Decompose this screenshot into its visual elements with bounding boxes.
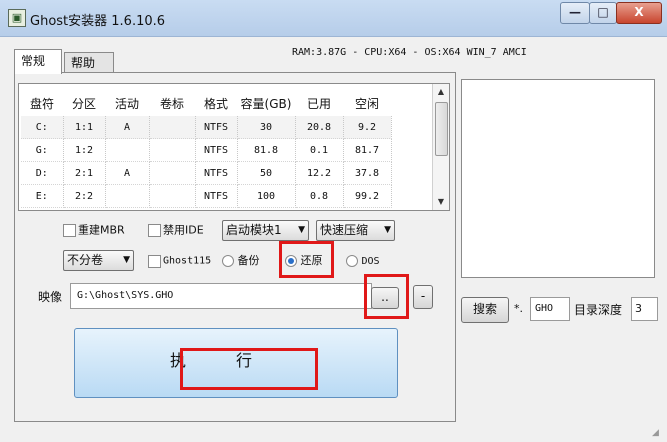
table-cell: 100 (237, 184, 296, 208)
title-bar[interactable]: ▣ Ghost安装器 1.6.10.6 — □ X (0, 0, 667, 37)
image-path-input[interactable]: G:\Ghost\SYS.GHO (70, 283, 372, 309)
table-cell (149, 138, 196, 162)
tab-general[interactable]: 常规 (14, 49, 62, 74)
checkbox-box[interactable] (63, 224, 76, 237)
image-label: 映像 (38, 290, 63, 304)
compression-select[interactable]: 快速压缩 ▼ (316, 220, 395, 241)
checkbox-box[interactable] (148, 224, 161, 237)
disable-ide-label: 禁用IDE (163, 223, 204, 237)
table-cell: D: (21, 161, 64, 185)
search-results-list[interactable] (461, 79, 655, 278)
table-cell: 37.8 (343, 161, 392, 185)
backup-label: 备份 (237, 254, 260, 267)
chevron-down-icon: ▼ (298, 225, 305, 235)
close-button[interactable]: X (616, 2, 662, 24)
column-header[interactable]: 盘符 (21, 90, 63, 116)
system-info: RAM:3.87G - CPU:X64 - OS:X64 WIN_7 AMCI (292, 47, 527, 58)
browse-highlight-box (364, 274, 409, 319)
table-cell: 50 (237, 161, 296, 185)
radio-button[interactable] (346, 255, 358, 267)
table-header-row: 盘符 分区 活动 卷标 格式 容量(GB) 已用 空闲 (21, 90, 391, 116)
column-header[interactable]: 活动 (105, 90, 149, 116)
resize-grip-icon[interactable]: ◢ (652, 428, 664, 440)
column-header[interactable]: 卷标 (149, 90, 195, 116)
table-cell (105, 184, 150, 208)
table-cell: G: (21, 138, 64, 162)
table-cell: A (105, 161, 150, 185)
column-header[interactable]: 空闲 (343, 90, 391, 116)
table-cell: E: (21, 184, 64, 208)
table-cell: 0.1 (295, 138, 344, 162)
chevron-down-icon: ▼ (384, 225, 391, 235)
table-cell: A (105, 116, 150, 139)
table-cell: 81.7 (343, 138, 392, 162)
table-cell: 1:2 (63, 138, 106, 162)
minimize-button[interactable]: — (560, 2, 590, 24)
table-cell: 20.8 (295, 116, 344, 139)
table-cell: NTFS (195, 184, 238, 208)
boot-module-value: 启动模块1 (226, 223, 282, 237)
table-cell: NTFS (195, 161, 238, 185)
dos-radio[interactable]: DOS (346, 252, 380, 270)
tab-help[interactable]: 帮助 (64, 52, 114, 73)
table-cell: 2:1 (63, 161, 106, 185)
backup-radio[interactable]: 备份 (222, 252, 260, 270)
table-cell: 1:1 (63, 116, 106, 139)
table-row[interactable]: E: 2:2 NTFS 100 0.8 99.2 (21, 184, 392, 208)
execute-highlight-box (180, 348, 318, 390)
table-cell: C: (21, 116, 64, 139)
table-cell: 12.2 (295, 161, 344, 185)
compression-value: 快速压缩 (320, 223, 369, 237)
table-cell: 2:2 (63, 184, 106, 208)
column-header[interactable]: 分区 (63, 90, 105, 116)
table-cell: 99.2 (343, 184, 392, 208)
partition-scrollbar[interactable]: ▲ ▼ (432, 84, 449, 210)
table-row[interactable]: G: 1:2 NTFS 81.8 0.1 81.7 (21, 138, 392, 162)
table-cell (149, 116, 196, 139)
checkbox-box[interactable] (148, 255, 161, 268)
table-cell (149, 161, 196, 185)
depth-input[interactable]: 3 (631, 297, 658, 321)
column-header[interactable]: 已用 (295, 90, 343, 116)
extension-prefix: *. (514, 302, 523, 315)
column-header[interactable]: 格式 (195, 90, 237, 116)
disable-ide-checkbox[interactable]: 禁用IDE (148, 221, 204, 239)
rebuild-mbr-label: 重建MBR (78, 223, 125, 237)
table-cell: NTFS (195, 116, 238, 139)
maximize-button[interactable]: □ (589, 2, 617, 24)
search-button[interactable]: 搜索 (461, 297, 509, 323)
table-cell (149, 184, 196, 208)
table-cell: 30 (237, 116, 296, 139)
table-cell: 0.8 (295, 184, 344, 208)
split-value: 不分卷 (67, 253, 104, 267)
minus-button[interactable]: - (413, 285, 433, 309)
ghost115-label: Ghost115 (163, 255, 212, 267)
table-row[interactable]: D: 2:1 A NTFS 50 12.2 37.8 (21, 161, 392, 185)
scroll-down-icon[interactable]: ▼ (433, 194, 449, 210)
boot-module-select[interactable]: 启动模块1 ▼ (222, 220, 309, 241)
scroll-up-icon[interactable]: ▲ (433, 84, 449, 100)
dos-label: DOS (361, 256, 380, 267)
table-row[interactable]: C: 1:1 A NTFS 30 20.8 9.2 (21, 116, 392, 139)
app-icon: ▣ (8, 9, 26, 27)
column-header[interactable]: 容量(GB) (237, 90, 295, 116)
table-cell: 9.2 (343, 116, 392, 139)
extension-input[interactable]: GHO (530, 297, 570, 321)
table-cell: NTFS (195, 138, 238, 162)
radio-button[interactable] (222, 255, 234, 267)
depth-label: 目录深度 (574, 303, 623, 317)
scroll-thumb[interactable] (435, 102, 448, 156)
chevron-down-icon: ▼ (123, 255, 130, 265)
restore-highlight-box (279, 241, 334, 278)
split-select[interactable]: 不分卷 ▼ (63, 250, 134, 271)
partition-table: 盘符 分区 活动 卷标 格式 容量(GB) 已用 空闲 C: 1:1 A NTF… (21, 90, 392, 208)
partition-list[interactable]: 盘符 分区 活动 卷标 格式 容量(GB) 已用 空闲 C: 1:1 A NTF… (18, 83, 450, 211)
rebuild-mbr-checkbox[interactable]: 重建MBR (63, 221, 125, 239)
ghost115-checkbox[interactable]: Ghost115 (148, 252, 211, 270)
table-cell: 81.8 (237, 138, 296, 162)
table-cell (105, 138, 150, 162)
window-title: Ghost安装器 1.6.10.6 (30, 14, 166, 29)
